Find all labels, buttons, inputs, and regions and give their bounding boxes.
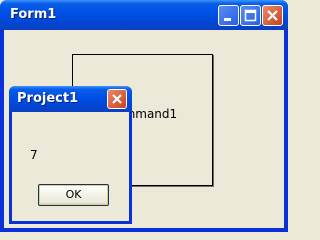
dialog-titlebar[interactable]: Project1 xyxy=(9,86,132,112)
minimize-button[interactable] xyxy=(218,5,239,26)
close-icon xyxy=(112,94,122,104)
dialog-client-area: 7 OK xyxy=(12,112,129,221)
dialog-close-button[interactable] xyxy=(107,89,127,109)
project1-dialog: Project1 7 OK xyxy=(9,86,132,224)
dialog-message: 7 xyxy=(30,148,38,162)
form1-titlebar[interactable]: Form1 xyxy=(0,0,288,30)
close-button[interactable] xyxy=(262,5,283,26)
ok-button[interactable]: OK xyxy=(38,184,109,206)
form1-title: Form1 xyxy=(10,7,57,22)
close-icon xyxy=(267,10,278,21)
minimize-icon xyxy=(224,18,231,21)
maximize-button[interactable] xyxy=(240,5,261,26)
dialog-title: Project1 xyxy=(17,91,79,106)
maximize-icon xyxy=(244,9,257,22)
